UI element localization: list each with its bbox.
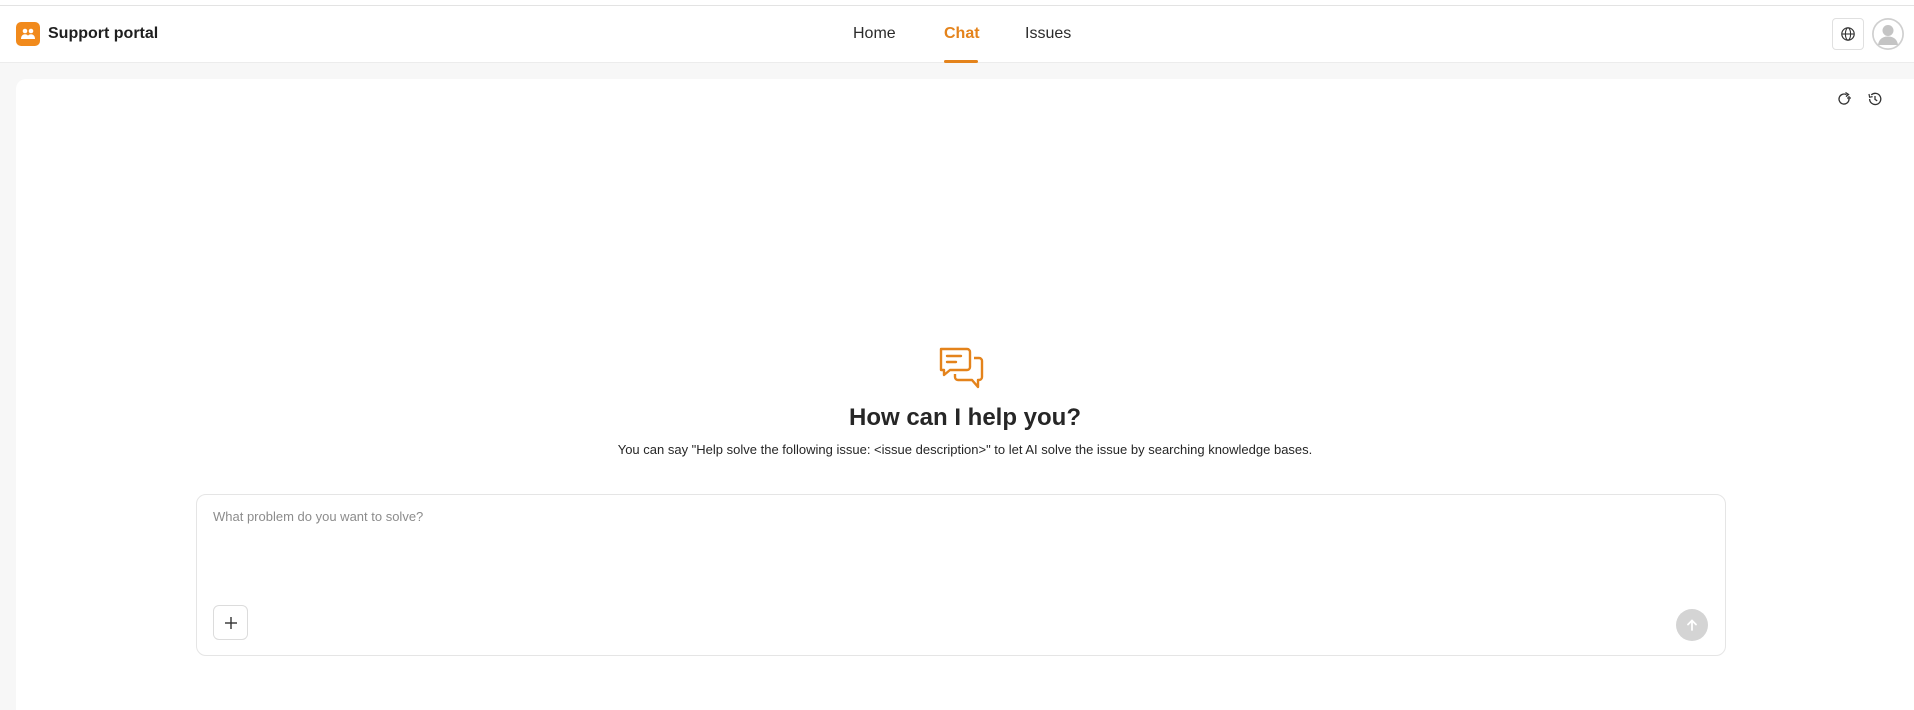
chat-panel: How can I help you? You can say "Help so…: [16, 79, 1914, 710]
active-tab-indicator: [944, 60, 978, 63]
tab-home[interactable]: Home: [853, 25, 896, 43]
globe-icon: [1841, 27, 1855, 41]
history-icon[interactable]: [1865, 89, 1885, 109]
attach-button[interactable]: [213, 605, 248, 640]
message-input[interactable]: [213, 509, 1703, 579]
top-header: Support portal Home Chat Issues: [0, 6, 1914, 63]
tab-chat[interactable]: Chat: [944, 25, 980, 43]
language-button[interactable]: [1832, 18, 1864, 50]
tab-issues[interactable]: Issues: [1025, 25, 1071, 43]
welcome-hint: You can say "Help solve the following is…: [617, 442, 1313, 457]
chat-bubbles-icon: [939, 347, 984, 389]
refresh-chat-icon[interactable]: [1834, 89, 1854, 109]
plus-icon: [224, 616, 237, 629]
welcome-headline: How can I help you?: [848, 404, 1082, 431]
avatar-icon[interactable]: [1872, 18, 1904, 50]
arrow-up-icon: [1687, 619, 1697, 631]
main-nav: Home Chat Issues: [0, 6, 1914, 63]
send-button[interactable]: [1676, 609, 1708, 641]
message-composer: [196, 494, 1726, 656]
